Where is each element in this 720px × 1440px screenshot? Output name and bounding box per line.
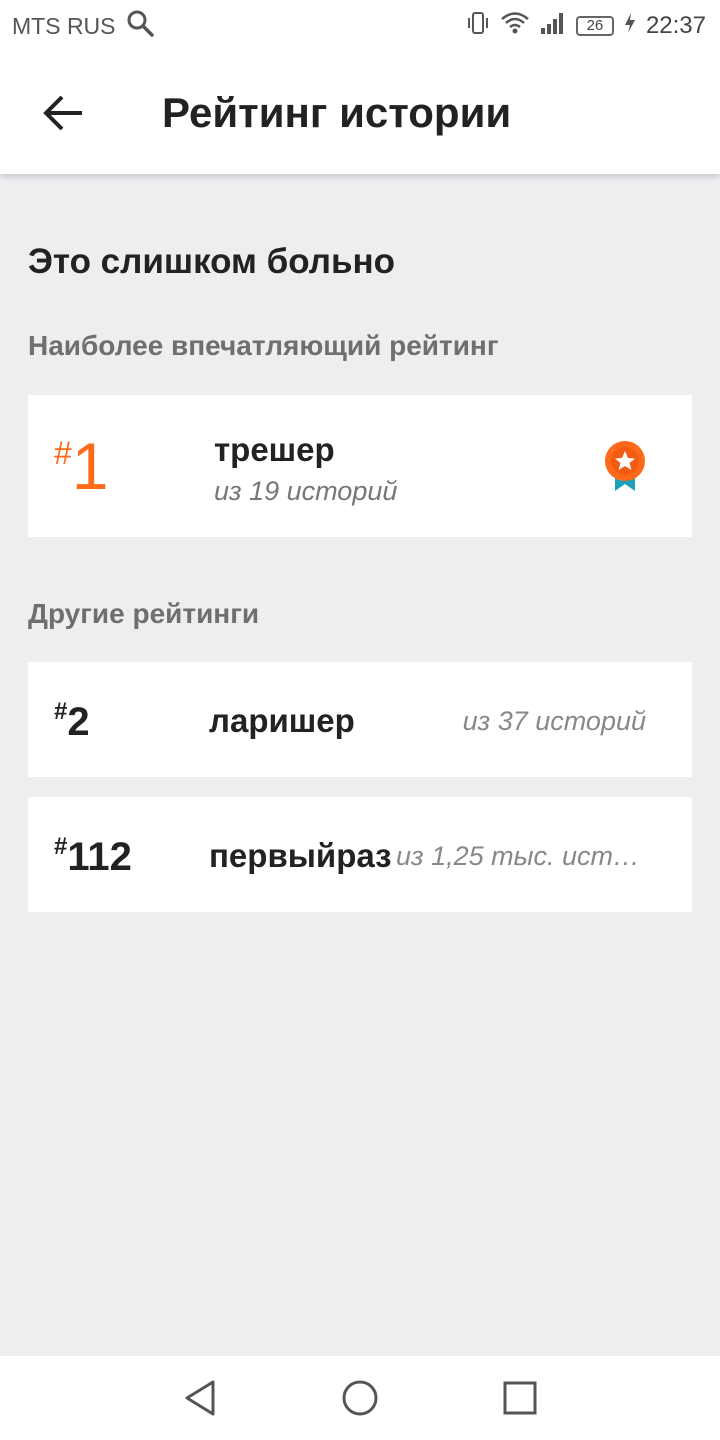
rank-value: 2 [67, 700, 90, 744]
top-rating-section-label: Наиболее впечатляющий рейтинг [28, 330, 499, 361]
other-ratings-section-label: Другие рейтинги [28, 598, 260, 629]
app-bar: Рейтинг истории [0, 52, 720, 174]
rank-value: 112 [67, 835, 132, 879]
tag-name: трешер [214, 431, 335, 468]
home-circle-icon [342, 1380, 378, 1416]
vibrate-icon [466, 10, 490, 42]
nav-back-button[interactable] [170, 1368, 230, 1428]
rank-number: #2 [54, 698, 90, 744]
signal-icon [540, 11, 566, 41]
clock: 22:37 [645, 12, 706, 39]
tag-name: ларишер [209, 702, 355, 739]
back-button[interactable] [32, 81, 96, 145]
nav-recents-button[interactable] [490, 1368, 550, 1428]
status-bar-right: 26 22:37 [466, 10, 706, 42]
rank-hash: # [54, 698, 68, 725]
tag-name: первыйраз [209, 837, 392, 874]
story-count: из 1,25 тыс. исто... [396, 841, 646, 871]
medal-star-icon [603, 439, 647, 498]
top-rating-card[interactable]: #1 трешер из 19 историй [28, 395, 692, 537]
status-bar: MTS RUS 26 22:37 [0, 0, 720, 52]
story-count: из 19 историй [214, 476, 398, 506]
rank-hash: # [54, 833, 68, 860]
rating-row[interactable]: #2 ларишер из 37 историй [28, 662, 692, 777]
recents-square-icon [503, 1381, 537, 1415]
back-triangle-icon [185, 1380, 215, 1416]
rank-hash: # [54, 435, 72, 471]
nav-home-button[interactable] [330, 1368, 390, 1428]
story-title: Это слишком больно [28, 242, 396, 281]
search-icon [126, 9, 154, 43]
rank-number: #1 [54, 433, 109, 499]
charging-icon [624, 12, 636, 40]
rank-value: 1 [71, 429, 109, 503]
arrow-left-icon [43, 95, 82, 131]
rank-number: #112 [54, 833, 132, 879]
main-content: Это слишком больно Наиболее впечатляющий… [0, 174, 720, 1356]
story-count: из 37 историй [462, 706, 646, 736]
battery-level: 26 [586, 17, 604, 34]
battery-icon: 26 [575, 16, 614, 36]
status-bar-left: MTS RUS [12, 9, 154, 43]
system-nav-bar [0, 1356, 720, 1440]
wifi-icon [500, 11, 530, 41]
page-title: Рейтинг истории [162, 89, 512, 136]
rating-row[interactable]: #112 первыйраз из 1,25 тыс. исто... [28, 797, 692, 912]
carrier-label: MTS RUS [12, 12, 116, 39]
